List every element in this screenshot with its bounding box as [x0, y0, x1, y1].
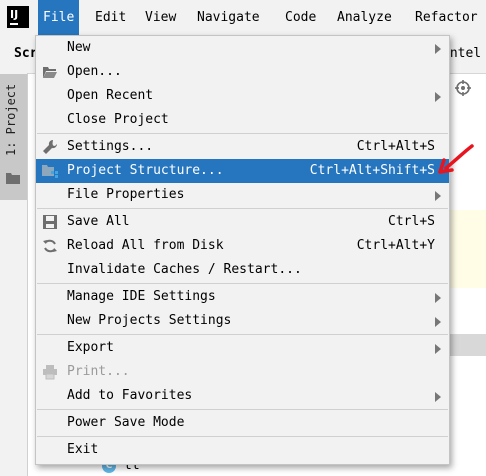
- printer-icon: [43, 365, 57, 380]
- menu-item-close-project[interactable]: Close Project: [36, 108, 449, 132]
- menu-refactor[interactable]: Refactor: [410, 0, 483, 35]
- submenu-arrow-icon: [435, 92, 441, 102]
- menu-item-open[interactable]: Open...: [36, 60, 449, 84]
- menu-item-shortcut: Ctrl+Alt+Shift+S: [309, 163, 435, 178]
- menu-item-label: New Projects Settings: [67, 313, 232, 328]
- menu-file[interactable]: File: [38, 0, 80, 35]
- submenu-arrow-icon: [435, 293, 441, 303]
- menu-item-label: Invalidate Caches / Restart...: [67, 262, 302, 277]
- wrench-icon: [43, 139, 58, 154]
- menu-separator: [37, 409, 448, 410]
- submenu-arrow-icon: [435, 392, 441, 402]
- menu-item-shortcut: Ctrl+Alt+S: [356, 139, 435, 154]
- submenu-arrow-icon: [435, 344, 441, 354]
- menu-item-power-save-mode[interactable]: Power Save Mode: [36, 411, 449, 435]
- save-icon: [43, 215, 57, 229]
- menu-item-print[interactable]: Print...: [36, 360, 449, 384]
- submenu-arrow-icon: [435, 44, 441, 54]
- submenu-arrow-icon: [435, 317, 441, 327]
- menu-item-label: Export: [67, 340, 114, 355]
- menu-view[interactable]: View: [140, 0, 181, 35]
- menu-item-label: Close Project: [67, 112, 169, 127]
- submenu-arrow-icon: [435, 191, 441, 201]
- menu-item-label: Project Structure...: [67, 163, 224, 178]
- menu-code[interactable]: Code: [280, 0, 321, 35]
- menu-item-shortcut: Ctrl+S: [388, 214, 435, 229]
- menu-item-label: Print...: [67, 364, 130, 379]
- menu-item-open-recent[interactable]: Open Recent: [36, 84, 449, 108]
- menu-edit[interactable]: Edit: [90, 0, 131, 35]
- menu-analyze[interactable]: Analyze: [332, 0, 397, 35]
- menu-item-label: File Properties: [67, 187, 185, 202]
- menu-item-new[interactable]: New: [36, 36, 449, 60]
- annotation-arrow-icon: [438, 144, 474, 174]
- menu-item-label: Reload All from Disk: [67, 238, 224, 253]
- menu-separator: [37, 208, 448, 209]
- menu-item-label: Save All: [67, 214, 130, 229]
- menu-item-new-projects-settings[interactable]: New Projects Settings: [36, 309, 449, 333]
- menu-item-shortcut: Ctrl+Alt+Y: [356, 238, 435, 253]
- menu-item-label: Settings...: [67, 139, 154, 154]
- menu-item-export[interactable]: Export: [36, 336, 449, 360]
- folder-icon: [6, 173, 20, 184]
- menu-item-settings[interactable]: Settings... Ctrl+Alt+S: [36, 135, 449, 159]
- menu-item-reload-all[interactable]: Reload All from Disk Ctrl+Alt+Y: [36, 234, 449, 258]
- menu-navigate[interactable]: Navigate: [192, 0, 265, 35]
- intellij-logo-icon: IJ: [7, 6, 29, 28]
- menu-item-exit[interactable]: Exit: [36, 438, 449, 462]
- menu-item-label: Open Recent: [67, 88, 154, 103]
- menu-item-file-properties[interactable]: File Properties: [36, 183, 449, 207]
- menu-item-label: Open...: [67, 64, 122, 79]
- file-menu-dropdown: New Open... Open Recent Close Project Se…: [35, 35, 450, 465]
- menu-item-save-all[interactable]: Save All Ctrl+S: [36, 210, 449, 234]
- reload-icon: [43, 239, 57, 253]
- menu-item-label: New: [67, 40, 91, 55]
- project-tool-tab-label: 1: Project: [4, 84, 18, 157]
- menu-separator: [37, 436, 448, 437]
- menu-separator: [37, 283, 448, 284]
- folder-open-icon: [43, 67, 57, 78]
- main-menubar: IJ File Edit View Navigate Code Analyze …: [0, 0, 486, 35]
- project-structure-icon: [42, 165, 58, 178]
- locate-target-icon[interactable]: [455, 80, 471, 96]
- menu-item-add-to-favorites[interactable]: Add to Favorites: [36, 384, 449, 408]
- menu-item-label: Exit: [67, 442, 99, 457]
- menu-item-label: Manage IDE Settings: [67, 289, 216, 304]
- toolbar-left-text: Scr: [14, 46, 38, 61]
- menu-separator: [37, 133, 448, 134]
- menu-item-invalidate-caches[interactable]: Invalidate Caches / Restart...: [36, 258, 449, 282]
- menu-separator: [37, 334, 448, 335]
- menu-item-label: Add to Favorites: [67, 388, 193, 403]
- menu-item-manage-ide-settings[interactable]: Manage IDE Settings: [36, 285, 449, 309]
- menu-item-label: Power Save Mode: [67, 415, 185, 430]
- menu-item-project-structure[interactable]: Project Structure... Ctrl+Alt+Shift+S: [36, 159, 449, 183]
